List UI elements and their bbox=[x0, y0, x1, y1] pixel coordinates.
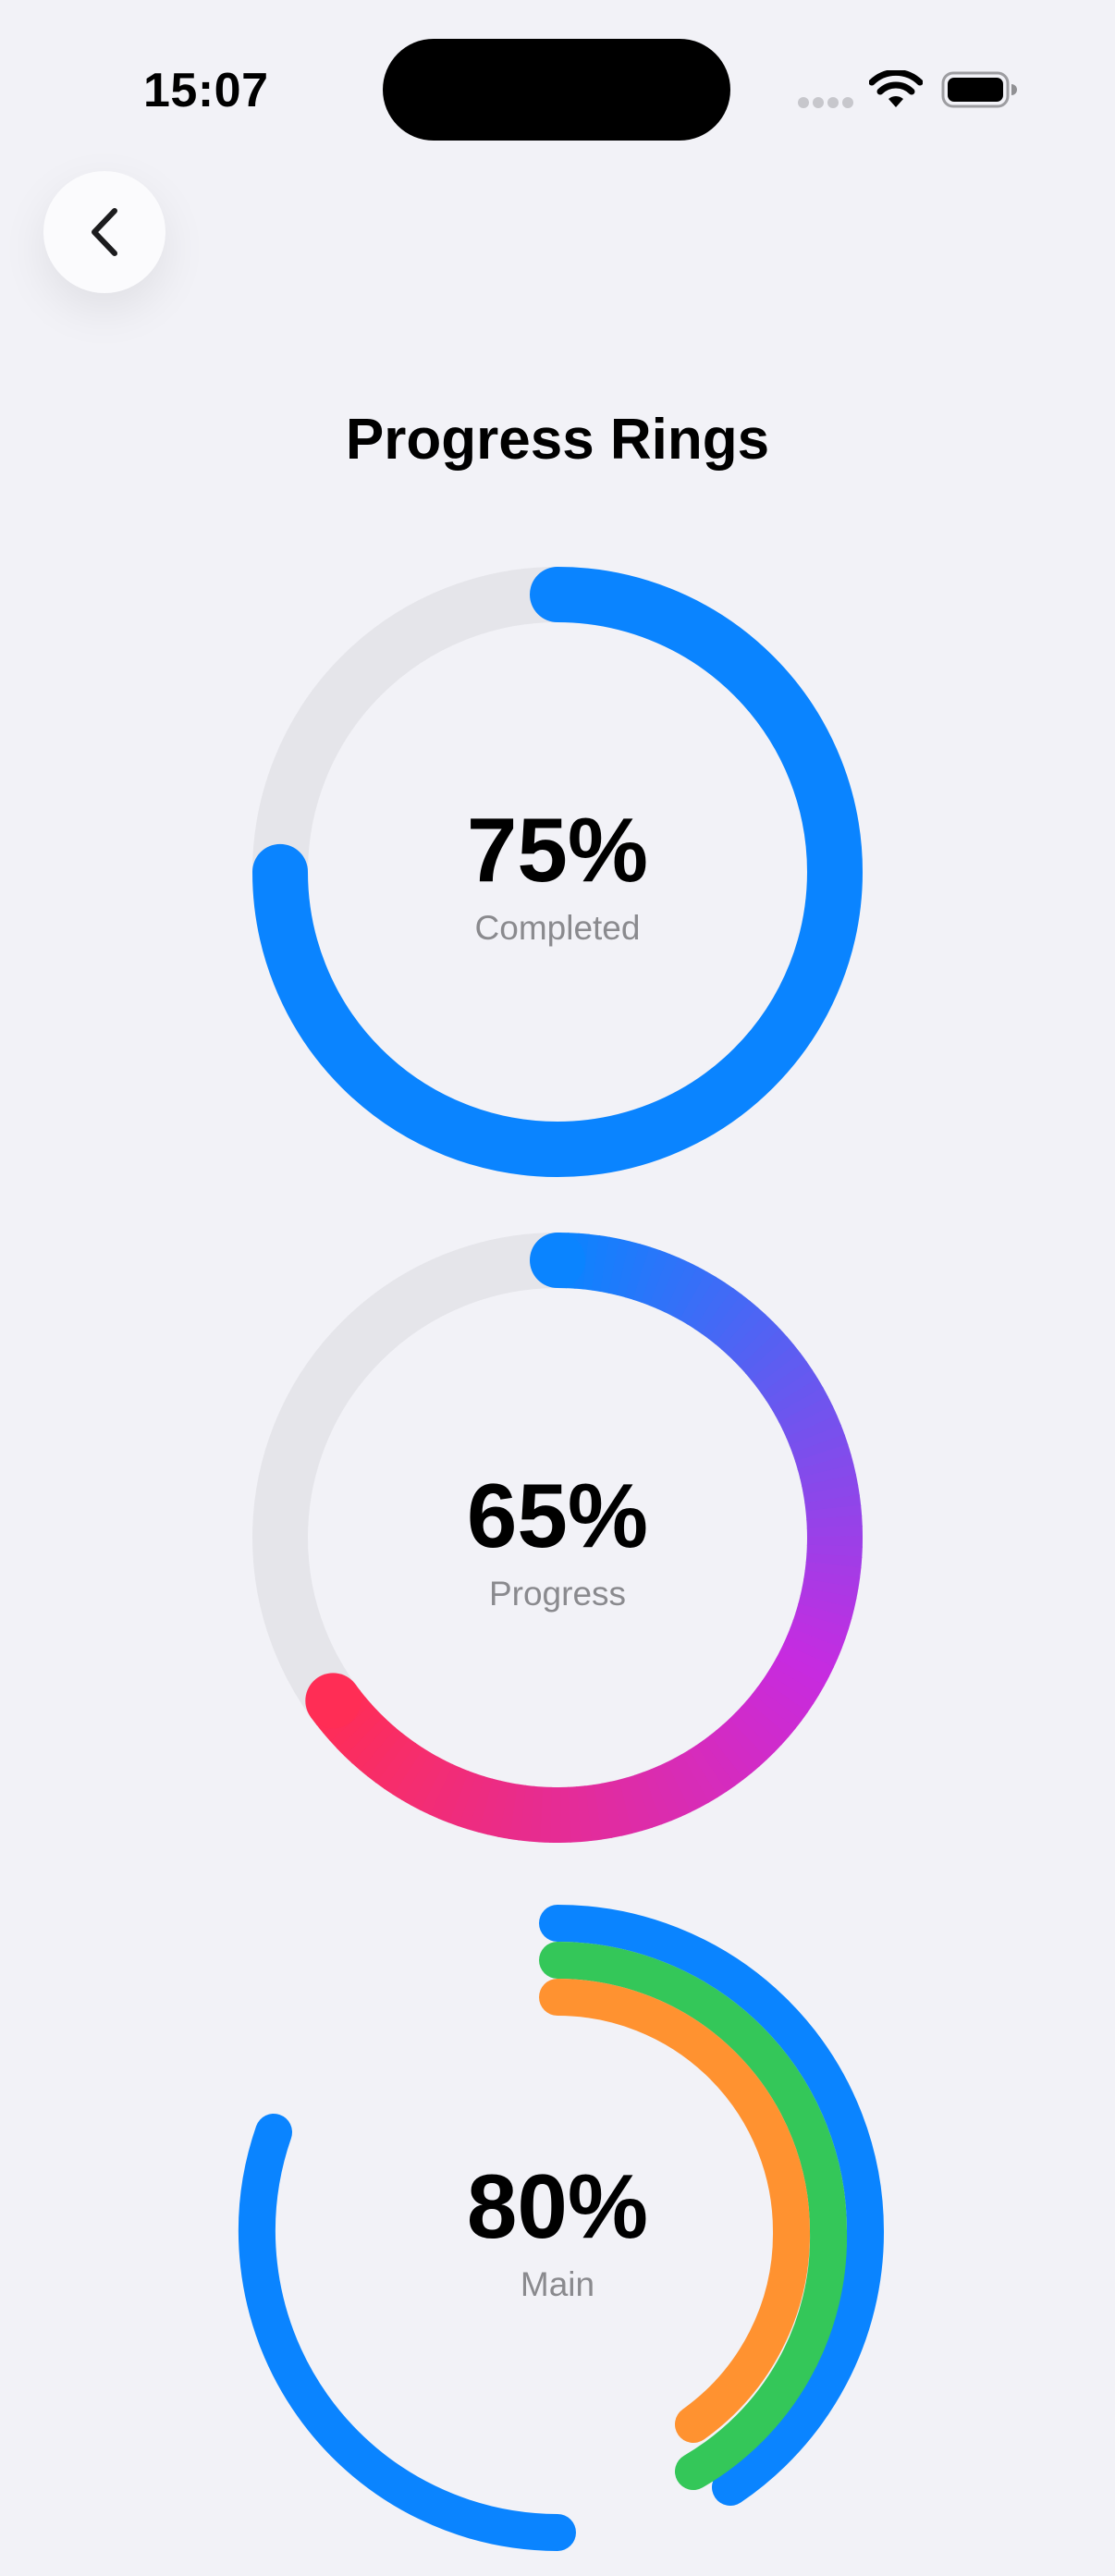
chevron-left-icon bbox=[92, 208, 117, 256]
ring-value: 75% bbox=[466, 799, 649, 901]
status-bar: 15:07 bbox=[0, 0, 1115, 185]
status-time: 15:07 bbox=[143, 64, 269, 117]
completed-progress-ring: 75% Completed bbox=[234, 548, 881, 1196]
main-activity-rings: 80% Main bbox=[213, 1886, 902, 2576]
ring-value: 65% bbox=[466, 1465, 649, 1566]
ring-label: Main bbox=[520, 2265, 595, 2303]
wifi-icon bbox=[869, 70, 923, 107]
back-button[interactable] bbox=[43, 171, 165, 293]
battery-icon bbox=[941, 71, 1017, 108]
ring-label: Progress bbox=[488, 1575, 627, 1613]
ring-value: 80% bbox=[466, 2155, 649, 2257]
cellular-signal-icon bbox=[798, 97, 853, 108]
dynamic-island bbox=[383, 39, 730, 141]
ring-label: Completed bbox=[474, 909, 641, 947]
gradient-progress-ring: 65% Progress bbox=[234, 1214, 881, 1861]
page-title: Progress Rings bbox=[345, 408, 770, 472]
